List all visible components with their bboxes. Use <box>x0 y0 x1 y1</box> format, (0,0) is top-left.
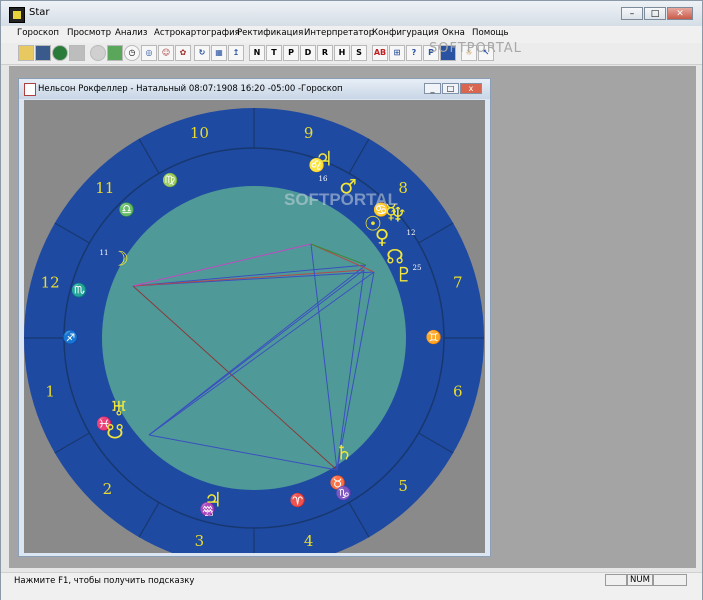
status-hint: Нажмите F1, чтобы получить подсказку <box>14 576 195 586</box>
clock-icon[interactable]: ◷ <box>124 45 140 61</box>
house-number-8: 8 <box>398 179 408 197</box>
person-icon[interactable]: ☺ <box>158 45 174 61</box>
planet-7: ♄ <box>335 441 353 465</box>
chart-icon[interactable]: ◎ <box>141 45 157 61</box>
zodiac-sign-7: ♎ <box>119 202 135 218</box>
letter-button-p[interactable]: P <box>283 45 299 61</box>
planet-degree-1: 11 <box>100 249 109 257</box>
house-number-7: 7 <box>453 273 463 291</box>
chart-maximize-button[interactable]: □ <box>442 83 459 94</box>
watermark-chart: SOFTPORTAL <box>284 190 398 209</box>
planet-8: ♅ <box>110 397 128 421</box>
bar-chart-icon[interactable]: ▦ <box>211 45 227 61</box>
house-number-10: 10 <box>190 124 209 142</box>
status-bar: Нажмите F1, чтобы получить подсказку NUM <box>1 572 702 600</box>
menu-rectification[interactable]: Ректификация <box>237 28 303 38</box>
rotate-icon[interactable]: ↻ <box>194 45 210 61</box>
status-num: NUM <box>627 574 653 586</box>
menu-astrocartography[interactable]: Астрокартография <box>154 28 240 38</box>
house-number-4: 4 <box>304 532 314 550</box>
cycle-icon[interactable]: ✿ <box>175 45 191 61</box>
letter-button-t[interactable]: T <box>266 45 282 61</box>
help-icon[interactable]: ? <box>406 45 422 61</box>
app-icon <box>9 7 25 23</box>
zodiac-sign-1: ♈ <box>290 493 306 509</box>
house-number-5: 5 <box>398 477 408 495</box>
chart-window-title: Нельсон Рокфеллер - Натальный 08:07:1908… <box>38 84 343 94</box>
disk-icon[interactable] <box>90 45 106 61</box>
rectify-icon[interactable]: ↥ <box>228 45 244 61</box>
horoscope-chart-area[interactable]: 1 2 3 4 5 6 7 8 9 10 11 12 ♈ ♉ ♊ ♋ ♌ ♍ ♎ ♏ ♐ ♑ ♒ ♓ ☽ 11 ☉ ☿ ♀ 12 ♂ ♃ ♄… <box>24 100 485 568</box>
horoscope-wheel[interactable]: 123 456789101112 ♈♉♊♋♌♍♎♏♐♑♒♓ ☽11☉ ☿♀ 12♂♃♄… <box>24 100 485 568</box>
planet-11: ☊ <box>386 245 404 269</box>
astrocarto-icon[interactable]: AB <box>372 45 388 61</box>
status-panel-empty <box>605 574 627 586</box>
planet-13: ♃ <box>204 488 222 512</box>
planet-1: ☽ <box>111 247 129 271</box>
letter-button-d[interactable]: D <box>300 45 316 61</box>
zodiac-sign-3: ♊ <box>426 330 442 346</box>
menu-help[interactable]: Помощь <box>472 28 509 38</box>
print-icon[interactable] <box>69 45 85 61</box>
chart-window-title-bar[interactable]: Нельсон Рокфеллер - Натальный 08:07:1908… <box>19 79 490 99</box>
chart-window: Нельсон Рокфеллер - Натальный 08:07:1908… <box>18 78 491 568</box>
house-number-1: 1 <box>45 383 55 401</box>
menu-horoscope[interactable]: Гороскоп <box>17 28 59 38</box>
aspect-icon[interactable]: ⊞ <box>389 45 405 61</box>
menu-analysis[interactable]: Анализ <box>115 28 147 38</box>
house-number-11: 11 <box>95 179 114 197</box>
zodiac-sign-6: ♍ <box>162 172 178 188</box>
house-number-2: 2 <box>103 480 113 498</box>
menu-configuration[interactable]: Конфигурация <box>372 28 439 38</box>
planet-degree-10: 25 <box>413 264 422 272</box>
status-panel-scroll <box>653 574 687 586</box>
menu-interpreter[interactable]: Интерпретатор <box>304 28 374 38</box>
planet-degree-4: 12 <box>407 229 416 237</box>
inner-disk <box>102 186 406 490</box>
letter-button-h[interactable]: H <box>334 45 350 61</box>
app-window: Star – □ ✕ Гороскоп Просмотр Анализ Астр… <box>0 0 703 600</box>
window-title: Star <box>29 7 50 18</box>
close-button[interactable]: ✕ <box>667 7 693 20</box>
title-bar[interactable]: Star – □ ✕ <box>1 1 702 26</box>
toolbar: ◷ ◎ ☺ ✿ ↻ ▦ ↥ N T P D R H S AB ⊞ ? P ☼ ↖ <box>1 43 702 65</box>
letter-button-s[interactable]: S <box>351 45 367 61</box>
planet-degree-13: 23 <box>205 510 214 518</box>
house-number-3: 3 <box>195 532 205 550</box>
menu-windows[interactable]: Окна <box>442 28 465 38</box>
letter-button-r[interactable]: R <box>317 45 333 61</box>
degree-label-1: 16 <box>319 175 328 183</box>
house-number-9: 9 <box>304 124 314 142</box>
open-icon[interactable] <box>18 45 34 61</box>
zodiac-sign-8: ♏ <box>71 283 87 299</box>
house-number-6: 6 <box>453 383 463 401</box>
planet-12: ☋ <box>106 420 124 444</box>
menu-bar: Гороскоп Просмотр Анализ Астрокартографи… <box>1 26 702 43</box>
house-number-12: 12 <box>41 273 60 291</box>
minimize-button[interactable]: – <box>621 7 643 20</box>
planet-6: ♃ <box>315 147 333 171</box>
watermark-toolbar: SOFTPORTAL <box>429 41 522 56</box>
grid-icon[interactable] <box>107 45 123 61</box>
zodiac-sign-9: ♐ <box>63 330 79 346</box>
zodiac-sign-10: ♑ <box>336 485 352 501</box>
letter-button-n[interactable]: N <box>249 45 265 61</box>
maximize-button[interactable]: □ <box>644 7 666 20</box>
chart-minimize-button[interactable]: _ <box>424 83 441 94</box>
menu-view[interactable]: Просмотр <box>67 28 111 38</box>
globe-icon[interactable] <box>52 45 68 61</box>
save-icon[interactable] <box>35 45 51 61</box>
chart-close-button[interactable]: x <box>460 83 482 94</box>
document-icon <box>24 83 36 96</box>
